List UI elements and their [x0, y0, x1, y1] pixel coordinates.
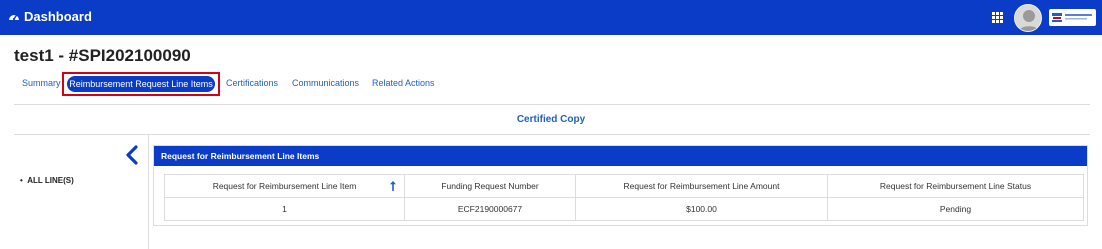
column-header[interactable]: Request for Reimbursement Line Status [827, 174, 1084, 198]
apps-grid-icon[interactable] [992, 12, 1003, 23]
column-header[interactable]: Funding Request Number [404, 174, 576, 198]
sidebar-divider [148, 135, 149, 249]
user-avatar-icon[interactable] [1014, 4, 1042, 32]
tab-certifications[interactable]: Certifications [226, 73, 278, 93]
divider [14, 104, 1090, 105]
line-items-panel: Request for Reimbursement Line Items Req… [153, 145, 1088, 226]
tab-summary[interactable]: Summary [22, 73, 61, 93]
column-header[interactable]: Request for Reimbursement Line Item [164, 174, 405, 198]
page-title: test1 - #SPI202100090 [14, 46, 191, 65]
top-bar: Dashboard [0, 0, 1102, 35]
divider [14, 134, 1090, 135]
panel-header: Request for Reimbursement Line Items [154, 146, 1087, 166]
sidebar-item-label: ALL LINE(S) [27, 176, 74, 185]
tab-communications[interactable]: Communications [292, 73, 359, 93]
table-cell: Pending [827, 197, 1084, 221]
table-cell: ECF2190000677 [404, 197, 576, 221]
column-header-label: Request for Reimbursement Line Item [212, 181, 357, 191]
tab-reimbursement-request-line-items[interactable]: Reimbursement Request Line Items [67, 76, 215, 92]
org-logo [1049, 9, 1096, 26]
dashboard-link[interactable]: Dashboard [24, 9, 92, 24]
table-row: 1 ECF2190000677 $100.00 Pending [164, 197, 1084, 221]
line-items-table: Request for Reimbursement Line Item Fund… [164, 174, 1084, 221]
sort-up-icon[interactable] [390, 181, 396, 191]
table-header-row: Request for Reimbursement Line Item Fund… [164, 174, 1084, 198]
certified-copy-banner: Certified Copy [516, 114, 586, 125]
sidebar-item-all-lines[interactable]: • ALL LINE(S) [20, 176, 74, 185]
tab-related-actions[interactable]: Related Actions [372, 73, 435, 93]
table-cell: $100.00 [575, 197, 828, 221]
column-header[interactable]: Request for Reimbursement Line Amount [575, 174, 828, 198]
table-cell: 1 [164, 197, 405, 221]
active-tab-highlight: Reimbursement Request Line Items [62, 72, 220, 96]
tachometer-icon [9, 14, 19, 21]
chevron-left-icon[interactable] [125, 145, 139, 165]
